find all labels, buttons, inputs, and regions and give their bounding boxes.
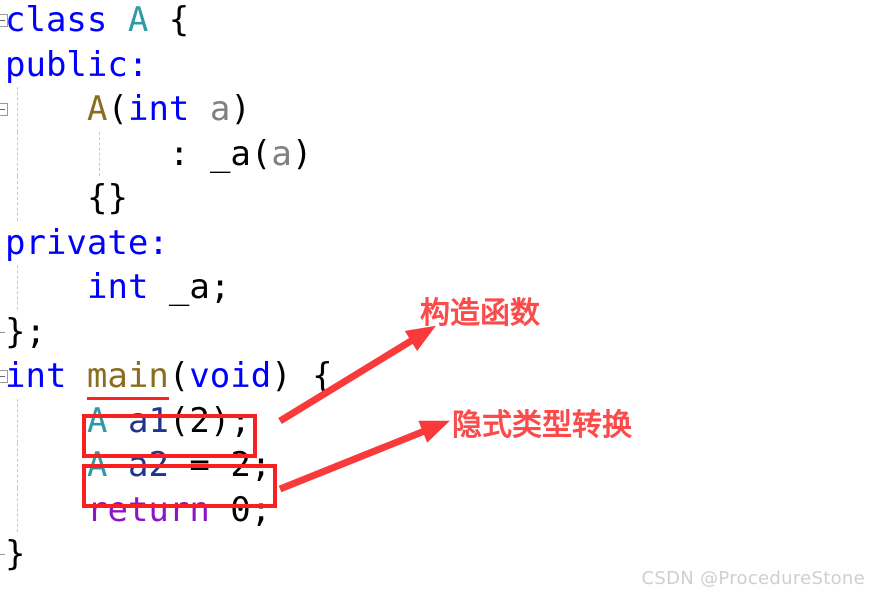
- code-line[interactable]: int _a;: [87, 265, 230, 310]
- code-token: (: [107, 89, 128, 129]
- code-line[interactable]: return 0;: [87, 488, 271, 533]
- code-line[interactable]: A a2 = 2;: [87, 443, 271, 488]
- watermark: CSDN @ProcedureStone: [641, 568, 865, 589]
- code-line[interactable]: int main(void) {: [5, 354, 333, 400]
- code-token: void: [189, 356, 272, 396]
- code-line[interactable]: };: [5, 310, 46, 355]
- code-line[interactable]: A(int a): [87, 87, 251, 132]
- code-token: class: [5, 0, 108, 40]
- code-line[interactable]: }: [5, 532, 25, 577]
- indent-guide: [99, 131, 100, 176]
- indent-guide: [17, 87, 18, 132]
- code-token: = 2;: [168, 445, 272, 485]
- code-token: a2: [127, 445, 169, 485]
- indent-guide: [17, 176, 18, 221]
- code-token: private:: [5, 222, 169, 263]
- code-token: a: [271, 133, 292, 174]
- code-token: int: [87, 267, 149, 307]
- code-token: ): [230, 89, 251, 129]
- code-token: {: [148, 0, 190, 40]
- code-token: public:: [5, 44, 149, 85]
- code-token: ) {: [271, 356, 333, 396]
- code-token: (: [168, 356, 190, 396]
- indent-guide: [17, 487, 18, 532]
- code-token: main: [86, 356, 169, 400]
- code-token: : _a(: [169, 133, 272, 174]
- indent-guide: [17, 265, 18, 310]
- code-token: };: [5, 311, 46, 352]
- code-token: {}: [87, 178, 128, 218]
- code-token: ): [291, 133, 313, 174]
- code-token: a1: [127, 400, 169, 441]
- code-line[interactable]: class A {: [5, 0, 189, 43]
- indent-guide: [17, 443, 18, 488]
- code-line[interactable]: : _a(a): [169, 132, 312, 177]
- annotation-implicit-conversion-label: 隐式类型转换: [452, 408, 632, 443]
- code-token: 0;: [209, 489, 272, 530]
- code-line[interactable]: private:: [5, 221, 169, 266]
- indent-guide: [17, 398, 18, 443]
- code-token: int: [127, 89, 190, 129]
- annotation-constructor-label: 构造函数: [420, 296, 540, 331]
- code-line[interactable]: {}: [87, 176, 128, 221]
- code-token: A: [87, 400, 108, 441]
- code-token: A: [87, 445, 108, 485]
- code-token: }: [5, 534, 26, 574]
- code-token: _a;: [148, 267, 231, 307]
- code-line[interactable]: public:: [5, 43, 148, 88]
- code-token: A: [87, 89, 108, 129]
- code-token: a: [209, 89, 231, 129]
- code-line[interactable]: A a1(2);: [87, 399, 251, 444]
- indent-guide: [17, 131, 18, 176]
- code-token: int: [5, 356, 67, 396]
- code-token: return: [87, 489, 210, 530]
- code-token: A: [127, 0, 149, 40]
- fold-marker-collapse-icon[interactable]: [0, 103, 8, 116]
- screenshot-root: class A {public: A(int a): _a(a){} private…: [0, 0, 873, 597]
- code-token: (2);: [168, 400, 251, 441]
